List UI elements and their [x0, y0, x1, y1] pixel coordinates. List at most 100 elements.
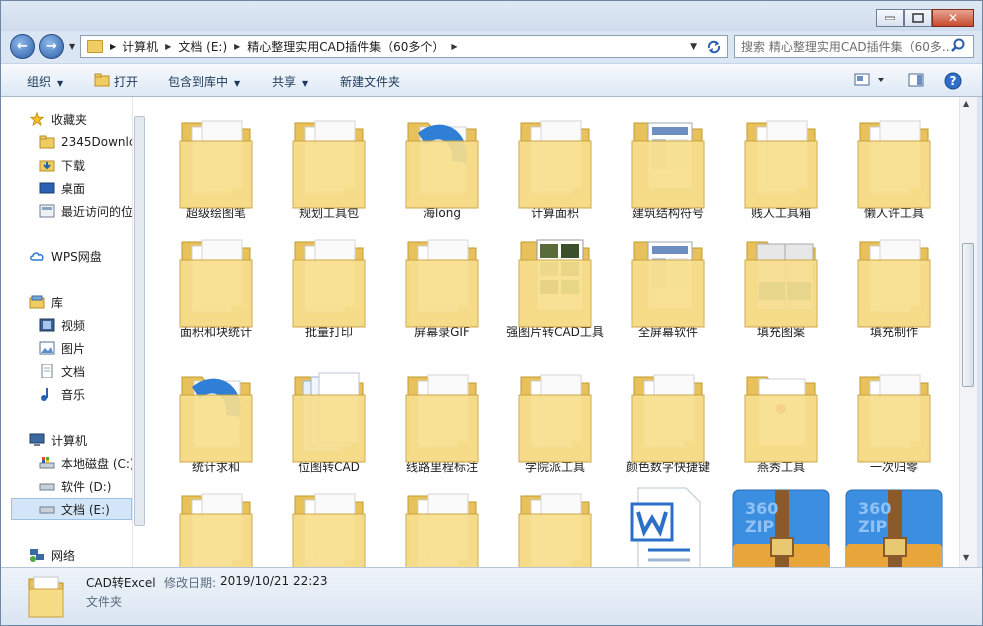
organize-label: 组织 — [27, 75, 52, 89]
nav-item-documents[interactable]: 文档 — [39, 360, 85, 382]
nav-drive-d[interactable]: 软件 (D:) — [39, 475, 111, 497]
chevron-right-icon[interactable]: ▶ — [451, 42, 457, 51]
file-item[interactable] — [161, 484, 271, 567]
nav-item-downloads[interactable]: 下载 — [39, 154, 85, 176]
selected-type: 文件夹 — [86, 595, 123, 609]
file-item[interactable]: 位图转CAD — [274, 365, 384, 475]
folder-icon — [741, 365, 821, 465]
file-item[interactable]: 一次归零 — [839, 365, 949, 475]
nav-item-music[interactable]: 音乐 — [39, 383, 85, 405]
nav-item-recent[interactable]: 最近访问的位 — [39, 200, 132, 222]
include-library-menu[interactable]: 包含到库中 ▼ — [168, 73, 240, 90]
nav-drive-c[interactable]: 本地磁盘 (C:) — [39, 452, 132, 474]
desktop-icon — [39, 182, 55, 194]
drive-icon — [39, 506, 55, 514]
breadcrumb-current-folder[interactable]: 精心整理实用CAD插件集（60多个） — [247, 38, 444, 55]
chevron-down-icon: ▼ — [234, 79, 241, 88]
nav-scrollbar[interactable] — [134, 116, 145, 526]
scrollbar-thumb[interactable] — [962, 243, 974, 387]
file-item[interactable]: 建筑结构符号 — [613, 111, 723, 221]
system-drive-icon — [39, 457, 55, 469]
forward-button[interactable]: → — [39, 34, 64, 59]
chevron-right-icon[interactable]: ▶ — [165, 42, 171, 51]
file-item[interactable]: 规划工具包 — [274, 111, 384, 221]
scroll-up-icon[interactable]: ▲ — [963, 99, 969, 108]
refresh-button[interactable] — [701, 35, 728, 58]
video-icon — [39, 318, 55, 332]
close-icon: ✕ — [947, 11, 959, 25]
file-list: 超级绘图笔 规划工具包 海long 计算面积 建筑结构符号 贱人工具箱 懒人许工具面积和块统… — [149, 97, 959, 567]
folder-icon — [289, 230, 369, 330]
file-item[interactable]: 面积和块统计 — [161, 230, 271, 340]
scroll-down-icon[interactable]: ▼ — [963, 553, 969, 562]
address-dropdown-icon[interactable]: ▼ — [690, 42, 697, 52]
search-icon[interactable] — [951, 38, 965, 56]
nav-wps-cloud[interactable]: WPS网盘 — [29, 245, 102, 267]
nav-drive-e[interactable]: 文档 (E:) — [11, 498, 132, 520]
nav-item-pictures[interactable]: 图片 — [39, 337, 85, 359]
breadcrumb-drive-e[interactable]: 文档 (E:) — [178, 38, 227, 55]
file-item[interactable] — [500, 484, 610, 567]
nav-item-label: 桌面 — [61, 181, 86, 196]
nav-network[interactable]: 网络 — [29, 544, 75, 566]
maximize-button[interactable] — [904, 9, 932, 27]
nav-computer[interactable]: 计算机 — [29, 429, 87, 451]
address-row: ← → ▼ ▶ 计算机 ▶ 文档 (E:) ▶ 精心整理实用CAD插件集（60多… — [1, 31, 982, 63]
file-item[interactable] — [274, 484, 384, 567]
file-item[interactable]: 计算面积 — [500, 111, 610, 221]
file-item[interactable]: 超级绘图笔 — [161, 111, 271, 221]
breadcrumb-computer[interactable]: 计算机 — [122, 38, 158, 55]
file-item[interactable]: 线路里程标注 — [387, 365, 497, 475]
open-button[interactable]: 打开 — [114, 73, 138, 90]
history-dropdown-icon[interactable]: ▼ — [69, 42, 75, 51]
download-folder-icon — [39, 160, 55, 172]
folder-icon — [87, 40, 103, 53]
help-button[interactable]: ? — [944, 72, 962, 93]
nav-item-desktop[interactable]: 桌面 — [39, 177, 85, 199]
organize-menu[interactable]: 组织 ▼ — [27, 73, 63, 90]
folder-icon — [628, 230, 708, 330]
file-item[interactable]: 360 ZIP — [726, 484, 836, 567]
preview-pane-button[interactable] — [908, 73, 924, 90]
file-item[interactable]: 统计求和 — [161, 365, 271, 475]
folder-icon — [402, 230, 482, 330]
nav-favorites[interactable]: 收藏夹 — [29, 108, 87, 130]
minimize-button[interactable] — [876, 9, 904, 27]
file-item[interactable]: 贱人工具箱 — [726, 111, 836, 221]
chevron-right-icon[interactable]: ▶ — [234, 42, 240, 51]
search-placeholder: 搜索 精心整理实用CAD插件集（60多... — [741, 40, 949, 54]
file-item[interactable]: 360 ZIP — [839, 484, 949, 567]
back-button[interactable]: ← — [10, 34, 35, 59]
close-button[interactable]: ✕ — [932, 9, 974, 27]
nav-item-2345downloads[interactable]: 2345Downlc — [39, 131, 132, 153]
file-item[interactable]: 强图片转CAD工具 — [500, 230, 610, 340]
file-item[interactable] — [613, 484, 723, 567]
file-item[interactable]: 懒人许工具 — [839, 111, 949, 221]
nav-item-videos[interactable]: 视频 — [39, 314, 85, 336]
search-box[interactable]: 搜索 精心整理实用CAD插件集（60多... — [734, 35, 974, 58]
file-item[interactable]: 屏幕录GIF — [387, 230, 497, 340]
folder-icon — [628, 365, 708, 465]
folder-icon — [628, 111, 708, 211]
address-bar[interactable]: ▶ 计算机 ▶ 文档 (E:) ▶ 精心整理实用CAD插件集（60多个） ▶ ▼ — [80, 35, 728, 58]
svg-text:360: 360 — [745, 499, 778, 518]
file-item[interactable]: 全屏幕软件 — [613, 230, 723, 340]
folder-icon — [515, 484, 595, 567]
new-folder-button[interactable]: 新建文件夹 — [340, 73, 400, 90]
file-item[interactable] — [387, 484, 497, 567]
file-item[interactable]: 批量打印 — [274, 230, 384, 340]
view-options-button[interactable] — [854, 73, 888, 90]
include-library-label: 包含到库中 — [168, 75, 229, 89]
file-item[interactable]: 燕秀工具 — [726, 365, 836, 475]
file-item[interactable]: 学院派工具 — [500, 365, 610, 475]
chevron-right-icon[interactable]: ▶ — [110, 42, 116, 51]
file-item[interactable]: 填充图案 — [726, 230, 836, 340]
content-scrollbar[interactable]: ▲ ▼ — [959, 97, 977, 567]
folder-icon — [854, 365, 934, 465]
file-item[interactable]: 颜色数字快捷键 — [613, 365, 723, 475]
nav-libraries[interactable]: 库 — [29, 291, 63, 313]
share-menu[interactable]: 共享 ▼ — [272, 73, 308, 90]
file-item[interactable]: 填充制作 — [839, 230, 949, 340]
file-item[interactable]: 海long — [387, 111, 497, 221]
folder-icon — [515, 111, 595, 211]
